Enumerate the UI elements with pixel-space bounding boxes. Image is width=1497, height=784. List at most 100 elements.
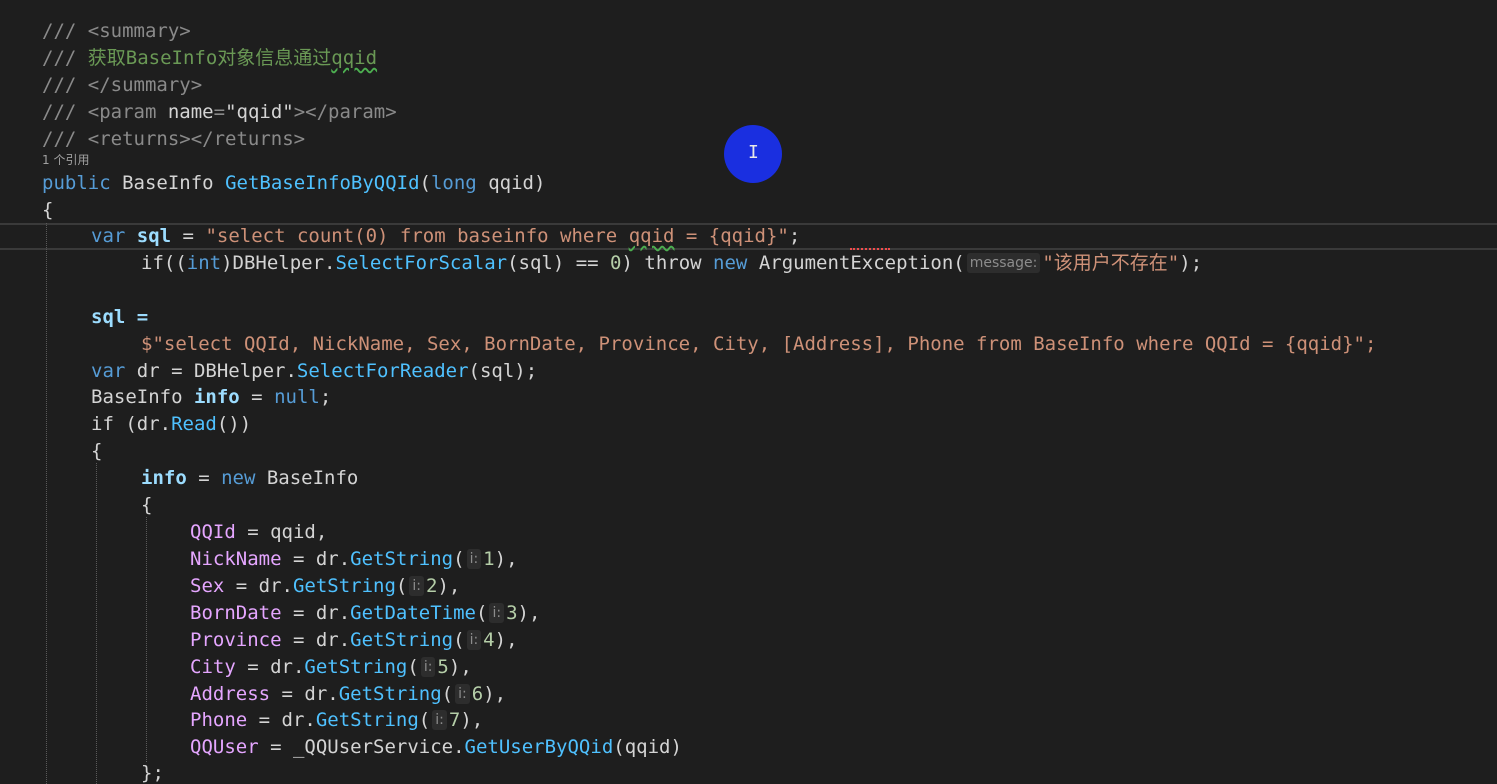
codelens-references[interactable]: 1 个引用 (42, 151, 89, 169)
method-call: GetUserByQQid (464, 736, 614, 758)
property-name: Address (190, 683, 271, 705)
indent-guide (46, 223, 47, 784)
code-line-assign-qqid[interactable]: QQId = qqid, (190, 519, 327, 546)
method-call: GetString (315, 709, 419, 731)
string-literal: $"select QQId, NickName, Sex, BornDate, … (141, 333, 1377, 355)
comment-text: /// </summary> (42, 74, 203, 96)
number-literal: 6 (471, 683, 484, 705)
punctuation: ), (494, 629, 518, 651)
code-line-assign-sex[interactable]: Sex = dr.GetString(i: 2), (190, 573, 460, 600)
keyword: null (274, 386, 320, 408)
keyword: public (42, 172, 111, 194)
number-literal: 5 (437, 656, 449, 678)
property-name: NickName (190, 548, 282, 570)
code-line-assign-nickname[interactable]: NickName = dr.GetString(i: 1), (190, 546, 518, 573)
punctuation: ) (533, 172, 546, 194)
code-line-assign-phone[interactable]: Phone = dr.GetString(i: 7), (190, 707, 483, 734)
string-literal: = {qqid}" (674, 225, 789, 247)
variable-name: sql (136, 225, 172, 247)
method-call: SelectForReader (296, 360, 469, 382)
code-text: (sql) == (507, 252, 611, 274)
inlay-hint: i: (432, 710, 447, 730)
code-line-brace[interactable]: { (141, 492, 152, 519)
punctuation: ), (437, 575, 461, 597)
punctuation: ); (1179, 252, 1203, 274)
code-line-summary-close[interactable]: /// </summary> (42, 72, 202, 99)
code-line-assign-city[interactable]: City = dr.GetString(i: 5), (190, 654, 472, 681)
string-literal: "select count(0) from baseinfo where (205, 225, 629, 247)
comment-text: /// <param (42, 101, 168, 123)
comment-text: /// <summary> (42, 20, 191, 42)
indent-guide (146, 517, 147, 762)
comment-prefix: /// (42, 47, 88, 69)
code-line-summary-text[interactable]: /// 获取BaseInfo对象信息通过qqid (42, 45, 377, 72)
code-line-if-read[interactable]: if (dr.Read()) (91, 411, 251, 438)
code-line-returns[interactable]: /// <returns></returns> (42, 126, 305, 153)
number-literal: 4 (483, 629, 495, 651)
code-text: (dr. (113, 413, 172, 435)
property-name: Sex (190, 575, 225, 597)
method-call: GetString (304, 656, 408, 678)
punctuation: (( (163, 252, 187, 274)
code-text: = dr. (247, 709, 316, 731)
comment-text: 获取BaseInfo对象信息通过 (87, 47, 332, 69)
code-line-brace[interactable]: { (91, 438, 102, 465)
punctuation: ; (788, 225, 801, 247)
number-literal: 2 (425, 575, 438, 597)
code-line-sql-string[interactable]: $"select QQId, NickName, Sex, BornDate, … (141, 331, 1376, 358)
code-line-var-dr[interactable]: var dr = DBHelper.SelectForReader(sql); (91, 358, 537, 385)
code-line-assign-province[interactable]: Province = dr.GetString(i: 4), (190, 627, 518, 654)
code-line-brace[interactable]: { (42, 197, 53, 224)
property-name: QQUser (190, 736, 259, 758)
keyword: var (91, 225, 126, 247)
method-name: GetBaseInfoByQQId (225, 172, 420, 194)
inlay-hint: i: (409, 576, 424, 596)
code-text: = qqid, (235, 521, 328, 543)
inlay-hint: i: (420, 657, 436, 677)
keyword: int (186, 252, 222, 274)
punctuation: ), (494, 548, 518, 570)
keyword: new (221, 467, 256, 489)
string-squiggle-word: qqid (628, 225, 675, 247)
code-line-assign-address[interactable]: Address = dr.GetString(i: 6), (190, 681, 506, 708)
code-line-brace-close[interactable]: }; (141, 760, 164, 784)
method-call: GetString (338, 683, 442, 705)
code-text: = dr. (281, 548, 351, 570)
code-line-param[interactable]: /// <param name="qqid"></param> (42, 99, 397, 126)
property-name: Province (190, 629, 282, 651)
punctuation: ), (460, 709, 484, 731)
inlay-hint: i: (489, 603, 505, 623)
code-line-info-decl[interactable]: BaseInfo info = null; (91, 384, 331, 411)
punctuation: ), (448, 656, 472, 678)
property-name: City (190, 656, 236, 678)
property-name: BornDate (190, 602, 282, 624)
code-line-assign-borndate[interactable]: BornDate = dr.GetDateTime(i: 3), (190, 600, 540, 627)
inlay-hint: i: (455, 684, 470, 704)
variable-name: info (193, 386, 240, 408)
brace: { (91, 440, 103, 462)
keyword: if (91, 413, 114, 435)
text-cursor-icon: I (748, 142, 759, 163)
keyword: long (430, 172, 477, 194)
method-call: GetString (350, 548, 454, 570)
property-name: Phone (190, 709, 248, 731)
code-line-summary-open[interactable]: /// <summary> (42, 18, 191, 45)
code-line-sql-assign[interactable]: sql = (91, 304, 148, 331)
inlay-hint: i: (466, 549, 482, 569)
code-editor[interactable]: /// <summary> /// 获取BaseInfo对象信息通过qqid /… (0, 0, 1497, 784)
keyword: new (713, 252, 748, 274)
method-call: Read (171, 413, 217, 435)
code-line-assign-qquser[interactable]: QQUser = _QQUserService.GetUserByQQid(qq… (190, 734, 682, 761)
punctuation: ) (621, 252, 645, 274)
code-line-var-sql[interactable]: var sql = "select count(0) from baseinfo… (91, 223, 800, 250)
punctuation: ), (483, 683, 507, 705)
code-line-info-new[interactable]: info = new BaseInfo (141, 465, 358, 492)
keyword: var (91, 360, 126, 382)
code-text: (sql); (468, 360, 538, 382)
keyword: throw (644, 252, 702, 274)
code-line-if-throw[interactable]: if((int)DBHelper.SelectForScalar(sql) ==… (141, 250, 1202, 277)
code-line-method-signature[interactable]: public BaseInfo GetBaseInfoByQQId(long q… (42, 170, 545, 197)
operator: = (171, 225, 206, 247)
type-name: BaseInfo (91, 386, 183, 408)
